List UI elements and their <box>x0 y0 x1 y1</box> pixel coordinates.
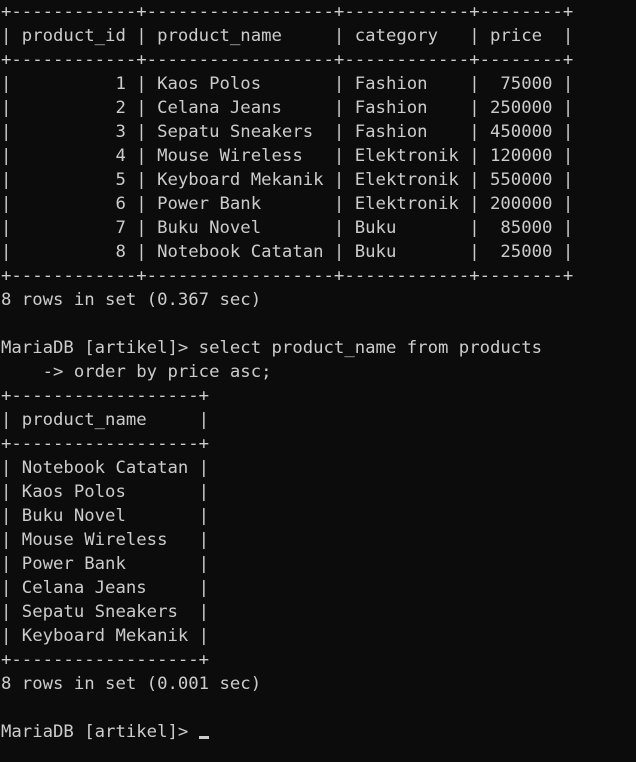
result-summary: 8 rows in set (0.001 sec) <box>1 674 262 694</box>
table-row: | Power Bank | <box>1 554 210 574</box>
table-border-bottom: +------------------+ <box>1 650 210 670</box>
result-summary: 8 rows in set (0.367 sec) <box>1 290 262 310</box>
table-row: | Notebook Catatan | <box>1 458 210 478</box>
table-row: | 3 | Sepatu Sneakers | Fashion | 450000… <box>1 122 574 142</box>
terminal-window[interactable]: +------------+------------------+-------… <box>0 0 636 762</box>
prompt-line[interactable]: MariaDB [artikel]> <box>1 720 636 744</box>
prompt-text: MariaDB [artikel]> <box>1 722 199 742</box>
table-row: | 6 | Power Bank | Elektronik | 200000 | <box>1 194 574 214</box>
table-row: | 4 | Mouse Wireless | Elektronik | 1200… <box>1 146 574 166</box>
command-continuation-line: -> order by price asc; <box>1 362 272 382</box>
table-border-top: +------------------+ <box>1 386 210 406</box>
table-row: | Sepatu Sneakers | <box>1 602 210 622</box>
command-line: MariaDB [artikel]> select product_name f… <box>1 338 543 358</box>
table-border-top: +------------+------------------+-------… <box>1 2 574 22</box>
table-row: | 8 | Notebook Catatan | Buku | 25000 | <box>1 242 574 262</box>
table-border-bottom: +------------+------------------+-------… <box>1 266 574 286</box>
table-row: | 1 | Kaos Polos | Fashion | 75000 | <box>1 74 574 94</box>
cursor <box>198 736 209 739</box>
table-row: | Keyboard Mekanik | <box>1 626 210 646</box>
table-row: | Kaos Polos | <box>1 482 210 502</box>
table-header-row: | product_name | <box>1 410 210 430</box>
table-row: | Buku Novel | <box>1 506 210 526</box>
table-row: | Mouse Wireless | <box>1 530 210 550</box>
table-row: | 5 | Keyboard Mekanik | Elektronik | 55… <box>1 170 574 190</box>
table-border-header: +------------+------------------+-------… <box>1 50 574 70</box>
table-border-header: +------------------+ <box>1 434 210 454</box>
table-row: | 2 | Celana Jeans | Fashion | 250000 | <box>1 98 574 118</box>
table-row: | Celana Jeans | <box>1 578 210 598</box>
table-header-row: | product_id | product_name | category |… <box>1 26 574 46</box>
table-row: | 7 | Buku Novel | Buku | 85000 | <box>1 218 574 238</box>
